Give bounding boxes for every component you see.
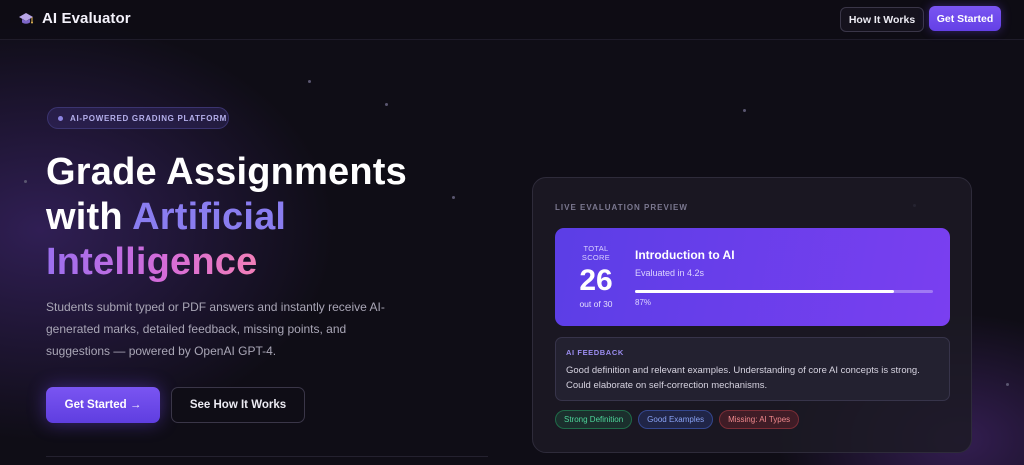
headline-line-2-plain: with: [46, 196, 123, 238]
badge-text: AI-POWERED GRADING PLATFORM: [70, 113, 227, 123]
ai-feedback-box: AI FEEDBACK Good definition and relevant…: [555, 337, 950, 401]
evaluation-preview-card: LIVE EVALUATION PREVIEW TOTAL SCORE 26 o…: [532, 177, 972, 453]
score-progress-bar: [635, 290, 933, 293]
background-star: [743, 109, 746, 112]
assignment-title: Introduction to AI: [635, 248, 735, 262]
headline-line-1: Grade Assignments: [46, 151, 407, 193]
brand[interactable]: AI Evaluator: [18, 10, 131, 27]
how-it-works-button[interactable]: How It Works: [840, 7, 924, 32]
background-star: [24, 180, 27, 183]
tag-good-examples: Good Examples: [638, 410, 714, 429]
background-star: [385, 103, 388, 106]
ai-feedback-text: Good definition and relevant examples. U…: [566, 365, 920, 391]
tag-missing-ai-types: Missing: AI Types: [719, 410, 800, 429]
feedback-tags: Strong Definition Good Examples Missing:…: [555, 410, 800, 429]
get-started-nav-button[interactable]: Get Started: [929, 6, 1001, 31]
score-progress-fill: [635, 290, 895, 293]
score-out-of: out of 30: [579, 299, 613, 309]
app-name: AI Evaluator: [42, 10, 131, 27]
ai-feedback-title: AI FEEDBACK: [566, 348, 624, 357]
see-how-it-works-button[interactable]: See How It Works: [171, 387, 305, 423]
platform-badge: AI-POWERED GRADING PLATFORM: [47, 107, 229, 129]
badge-dot-icon: [58, 115, 63, 121]
preview-label: LIVE EVALUATION PREVIEW: [555, 203, 688, 212]
background-star: [1006, 383, 1009, 386]
background-star: [308, 80, 311, 83]
hero-description: Students submit typed or PDF answers and…: [46, 300, 385, 358]
mortarboard-icon: [19, 12, 33, 24]
divider: [46, 456, 488, 457]
tag-strong-definition: Strong Definition: [555, 410, 633, 429]
top-navbar: AI Evaluator How It Works Get Started: [0, 0, 1024, 40]
hero-headline: Grade Assignments with Artificial Intell…: [46, 150, 506, 285]
score-value: 26: [579, 264, 613, 297]
evaluation-time: Evaluated in 4.2s: [635, 268, 705, 278]
score-progress-text: 87%: [635, 298, 652, 307]
headline-accent-intelligence: Intelligence: [46, 241, 258, 283]
score-summary: TOTAL SCORE 26 out of 30: [571, 244, 621, 309]
score-details: Introduction to AI Evaluated in 4.2s 87%: [635, 248, 935, 307]
get-started-button[interactable]: Get Started →: [46, 387, 160, 423]
headline-accent-artificial: Artificial: [132, 196, 287, 238]
total-score-label: TOTAL SCORE: [581, 244, 611, 262]
score-panel: TOTAL SCORE 26 out of 30 Introduction to…: [555, 228, 950, 326]
